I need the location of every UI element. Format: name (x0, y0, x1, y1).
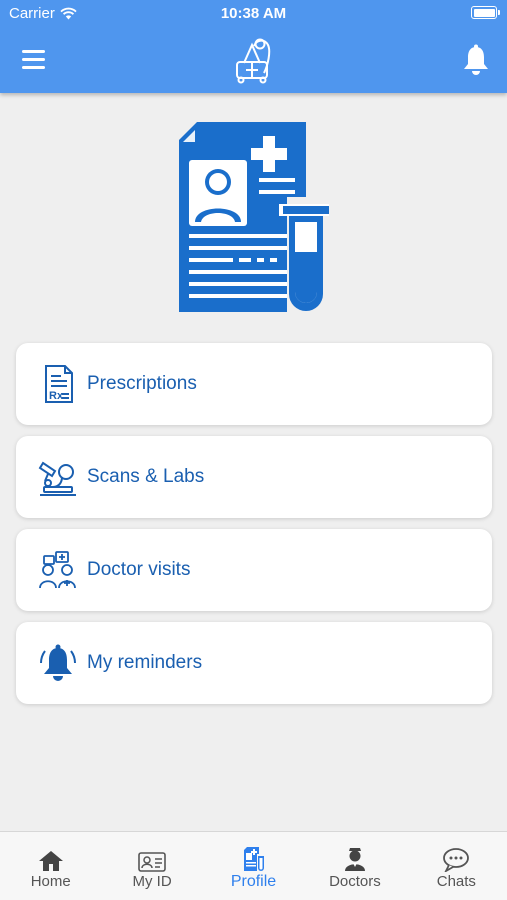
tab-my-id[interactable]: My ID (101, 832, 202, 900)
tab-profile[interactable]: Profile (203, 832, 304, 900)
menu-line (22, 66, 45, 69)
menu-item-my-reminders[interactable]: My reminders (16, 622, 492, 704)
menu-button[interactable] (22, 50, 48, 70)
status-time: 10:38 AM (220, 5, 287, 22)
menu-item-prescriptions[interactable]: Rx Prescriptions (16, 343, 492, 425)
tab-home[interactable]: Home (0, 832, 101, 900)
menu-line (22, 58, 45, 61)
tab-doctors[interactable]: Doctors (304, 832, 405, 900)
prescription-icon: Rx (38, 364, 78, 404)
tab-label: My ID (132, 873, 172, 890)
menu-item-label: Doctor visits (87, 559, 191, 580)
bell-icon (38, 643, 78, 683)
menu-item-label: Scans & Labs (87, 466, 205, 487)
status-bar: Carrier 10:38 AM (0, 0, 507, 28)
tab-label: Chats (436, 873, 476, 890)
notification-bell-icon[interactable] (461, 44, 491, 76)
bottom-tab-bar: Home My ID Profile Doctors Chats (0, 831, 507, 900)
doctor-app-logo-icon[interactable] (230, 35, 278, 85)
tab-label: Home (30, 873, 71, 890)
chat-icon (442, 846, 470, 872)
menu-item-scans-labs[interactable]: Scans & Labs (16, 436, 492, 518)
tab-label: Profile (230, 873, 277, 890)
home-icon (38, 846, 64, 872)
menu-item-doctor-visits[interactable]: Doctor visits (16, 529, 492, 611)
menu-line (22, 50, 45, 53)
tab-chats[interactable]: Chats (406, 832, 507, 900)
doctor-icon (344, 846, 366, 872)
tab-label: Doctors (329, 873, 381, 890)
doctor-visits-icon (38, 550, 78, 590)
menu-item-label: My reminders (87, 652, 203, 673)
menu-item-label: Prescriptions (87, 373, 197, 394)
medical-record-icon (179, 122, 329, 312)
app-header: Carrier 10:38 AM (0, 0, 507, 93)
microscope-icon (38, 457, 78, 497)
battery-icon (471, 6, 500, 19)
profile-document-icon (243, 846, 265, 872)
id-card-icon (138, 846, 166, 872)
svg-text:Rx: Rx (49, 390, 64, 402)
